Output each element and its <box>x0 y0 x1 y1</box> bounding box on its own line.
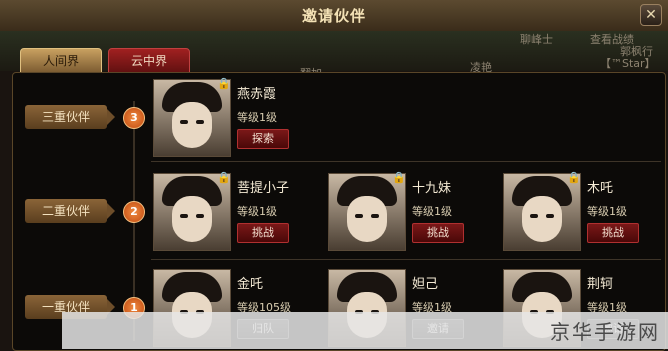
window-title: 邀请伙伴 <box>301 7 366 25</box>
challenge-button[interactable]: 挑战 <box>237 223 289 243</box>
realm-tabs: 人间界 云中界 <box>20 48 190 74</box>
partner-level: 等级1级 <box>587 205 627 218</box>
tier-label-2: 二重伙伴 <box>25 199 115 223</box>
close-button[interactable]: ✕ <box>640 4 662 26</box>
partner-name: 菩提小子 <box>237 181 290 196</box>
background-text: 【™Star】 <box>600 57 656 70</box>
tab-cloud-realm[interactable]: 云中界 <box>108 48 190 74</box>
lock-icon: 🔒 <box>567 171 581 184</box>
challenge-button[interactable]: 挑战 <box>587 223 639 243</box>
partner-level: 等级1级 <box>237 111 277 124</box>
partner-portrait[interactable] <box>153 173 231 251</box>
tier-number-3: 3 <box>123 107 145 129</box>
partner-level: 等级1级 <box>412 205 452 218</box>
title-bar: 邀请伙伴 ✕ <box>0 0 668 32</box>
partner-level: 等级1级 <box>237 205 277 218</box>
lock-icon: 🔒 <box>217 77 231 90</box>
partner-card: 🔒 木吒 等级1级 挑战 <box>503 171 668 251</box>
partner-portrait[interactable] <box>503 173 581 251</box>
lock-icon: 🔒 <box>392 171 406 184</box>
tier-divider <box>151 259 661 260</box>
partner-portrait[interactable] <box>328 173 406 251</box>
partner-portrait[interactable] <box>153 79 231 157</box>
background-text: 聊峰士 <box>520 33 553 46</box>
tier-number-2: 2 <box>123 201 145 223</box>
partner-panel: 三重伙伴 3 🔒 燕赤霞 等级1级 探索 二重伙伴 2 🔒 菩提小子 等级1级 … <box>12 72 666 351</box>
partner-card: 🔒 菩提小子 等级1级 挑战 <box>153 171 321 251</box>
partner-name: 妲己 <box>412 277 439 292</box>
partner-card: 🔒 燕赤霞 等级1级 探索 <box>153 77 321 157</box>
explore-button[interactable]: 探索 <box>237 129 289 149</box>
partner-name: 十九妹 <box>412 181 452 196</box>
partner-card: 🔒 十九妹 等级1级 挑战 <box>328 171 496 251</box>
tier-divider <box>151 161 661 162</box>
partner-name: 燕赤霞 <box>237 87 277 102</box>
partner-name: 木吒 <box>587 181 614 196</box>
tier-label-3: 三重伙伴 <box>25 105 115 129</box>
lock-icon: 🔒 <box>217 171 231 184</box>
challenge-button[interactable]: 挑战 <box>412 223 464 243</box>
watermark-text: 京华手游网 <box>550 320 660 344</box>
tab-human-realm[interactable]: 人间界 <box>20 48 102 74</box>
watermark-overlay: 京华手游网 <box>62 312 668 349</box>
partner-name: 金吒 <box>237 277 264 292</box>
partner-name: 荆轲 <box>587 277 614 292</box>
